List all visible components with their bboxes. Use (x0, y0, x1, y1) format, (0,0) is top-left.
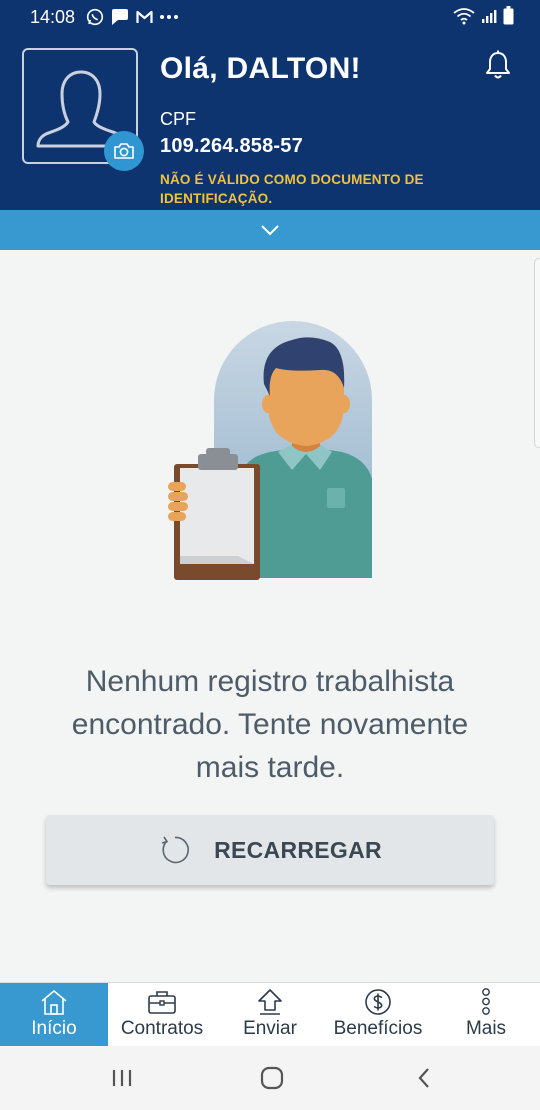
signal-icon (482, 9, 497, 23)
system-icons (453, 6, 514, 25)
reload-button-label: RECARREGAR (214, 836, 382, 863)
tab-label: Mais (465, 1018, 507, 1039)
recent-apps-icon (112, 1070, 132, 1086)
dollar-coin-icon (365, 989, 391, 1015)
bell-icon (486, 50, 510, 79)
notifications-button[interactable] (484, 50, 512, 85)
camera-icon (114, 143, 134, 159)
cpf-label: CPF (160, 109, 196, 129)
recent-apps-button[interactable] (102, 1064, 142, 1092)
change-photo-button[interactable] (104, 131, 144, 171)
pinterest-icon (112, 9, 128, 25)
tab-label: Início (31, 1018, 77, 1039)
tab-enviar[interactable]: Enviar (216, 983, 324, 1047)
reload-button[interactable]: RECARREGAR (46, 815, 494, 885)
back-chevron-icon (418, 1068, 429, 1088)
wifi-icon (453, 7, 475, 24)
tab-inicio[interactable]: Início (0, 983, 108, 1047)
whatsapp-icon (86, 8, 104, 26)
cpf-value: 109.264.858-57 (160, 135, 303, 157)
tab-contratos[interactable]: Contratos (108, 983, 216, 1047)
more-dots-icon (160, 15, 178, 19)
upload-icon (258, 989, 282, 1015)
profile-header: Olá, DALTON! CPF 109.264.858-57 NÃO É VÁ… (0, 34, 540, 210)
gmail-icon (136, 10, 153, 23)
home-button[interactable] (252, 1064, 292, 1092)
status-bar: 14:08 (0, 0, 540, 34)
tab-label: Benefícios (333, 1018, 423, 1039)
battery-icon (503, 6, 514, 25)
main-content: Nenhum registro trabalhista encontrado. … (0, 250, 540, 982)
chevron-down-icon (261, 225, 279, 236)
tab-label: Contratos (120, 1018, 204, 1039)
refresh-icon (161, 836, 190, 864)
greeting-title: Olá, DALTON! (160, 52, 361, 85)
system-navigation-bar (0, 1046, 540, 1110)
tab-beneficios[interactable]: Benefícios (324, 983, 432, 1047)
status-time: 14:08 (30, 7, 76, 27)
home-icon (41, 989, 67, 1015)
home-circle-icon (260, 1066, 284, 1090)
briefcase-icon (148, 991, 176, 1014)
worker-clipboard-illustration (168, 321, 372, 580)
vertical-dots-icon (482, 988, 490, 1015)
bottom-tab-bar: Início Contratos Enviar Benefícios Mais (0, 982, 540, 1047)
cpf-warning: NÃO É VÁLIDO COMO DOCUMENTO DE IDENTIFIC… (160, 172, 424, 206)
notification-icons (86, 5, 179, 29)
tab-label: Enviar (243, 1018, 297, 1039)
empty-state-message: Nenhum registro trabalhista encontrado. … (71, 665, 469, 784)
expand-header-button[interactable] (0, 210, 540, 250)
tab-mais[interactable]: Mais (432, 983, 540, 1047)
scroll-handle[interactable] (534, 258, 540, 448)
back-button[interactable] (404, 1064, 444, 1092)
